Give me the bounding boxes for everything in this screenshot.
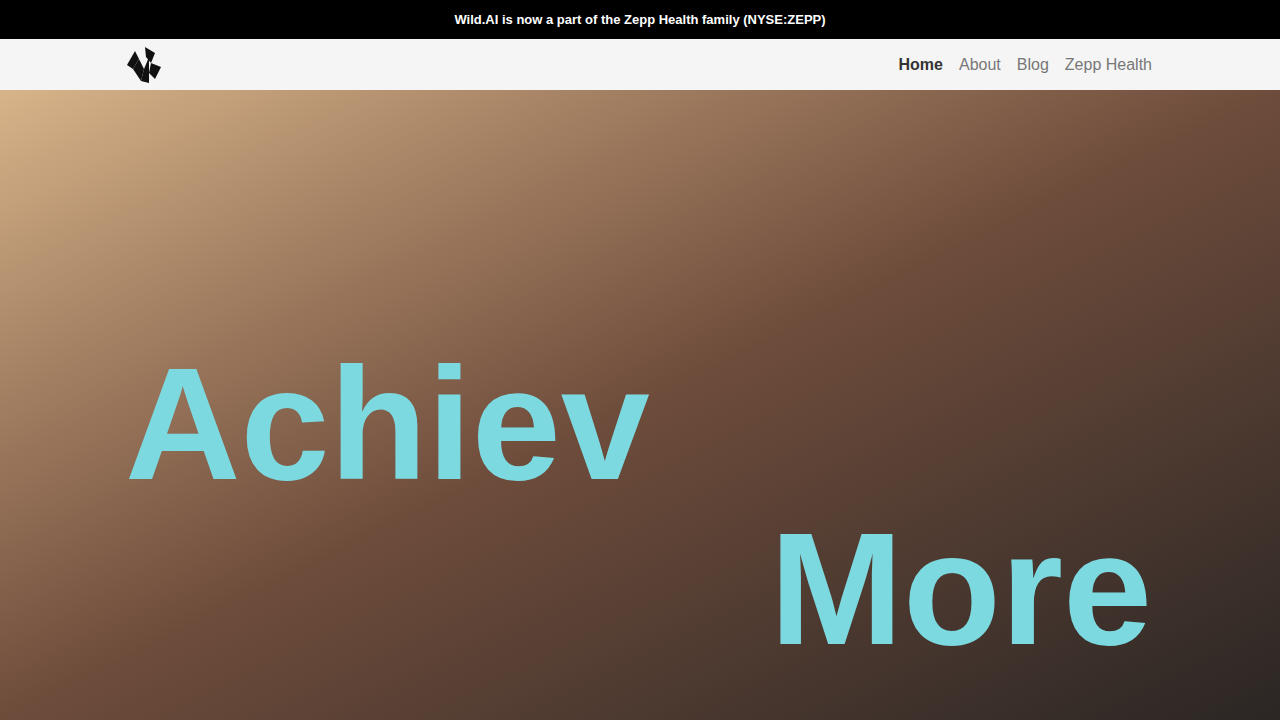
navbar: Home About Blog Zepp Health	[0, 39, 1280, 90]
nav-link[interactable]: About	[959, 53, 1001, 77]
hero-section: AchievMore	[0, 90, 1280, 720]
logo-icon[interactable]	[125, 43, 163, 87]
nav-link[interactable]: Home	[899, 53, 943, 77]
nav-link[interactable]: Blog	[1017, 53, 1049, 77]
nav-link[interactable]: Zepp Health	[1065, 53, 1152, 77]
banner-text: Wild.AI is now a part of the Zepp Health…	[454, 10, 825, 30]
hero-headline-line: More	[770, 504, 1280, 669]
hero-headline-line: Achiev	[0, 90, 1280, 504]
nav-links: Home About Blog Zepp Health	[899, 53, 1152, 77]
announcement-banner: Wild.AI is now a part of the Zepp Health…	[0, 0, 1280, 39]
